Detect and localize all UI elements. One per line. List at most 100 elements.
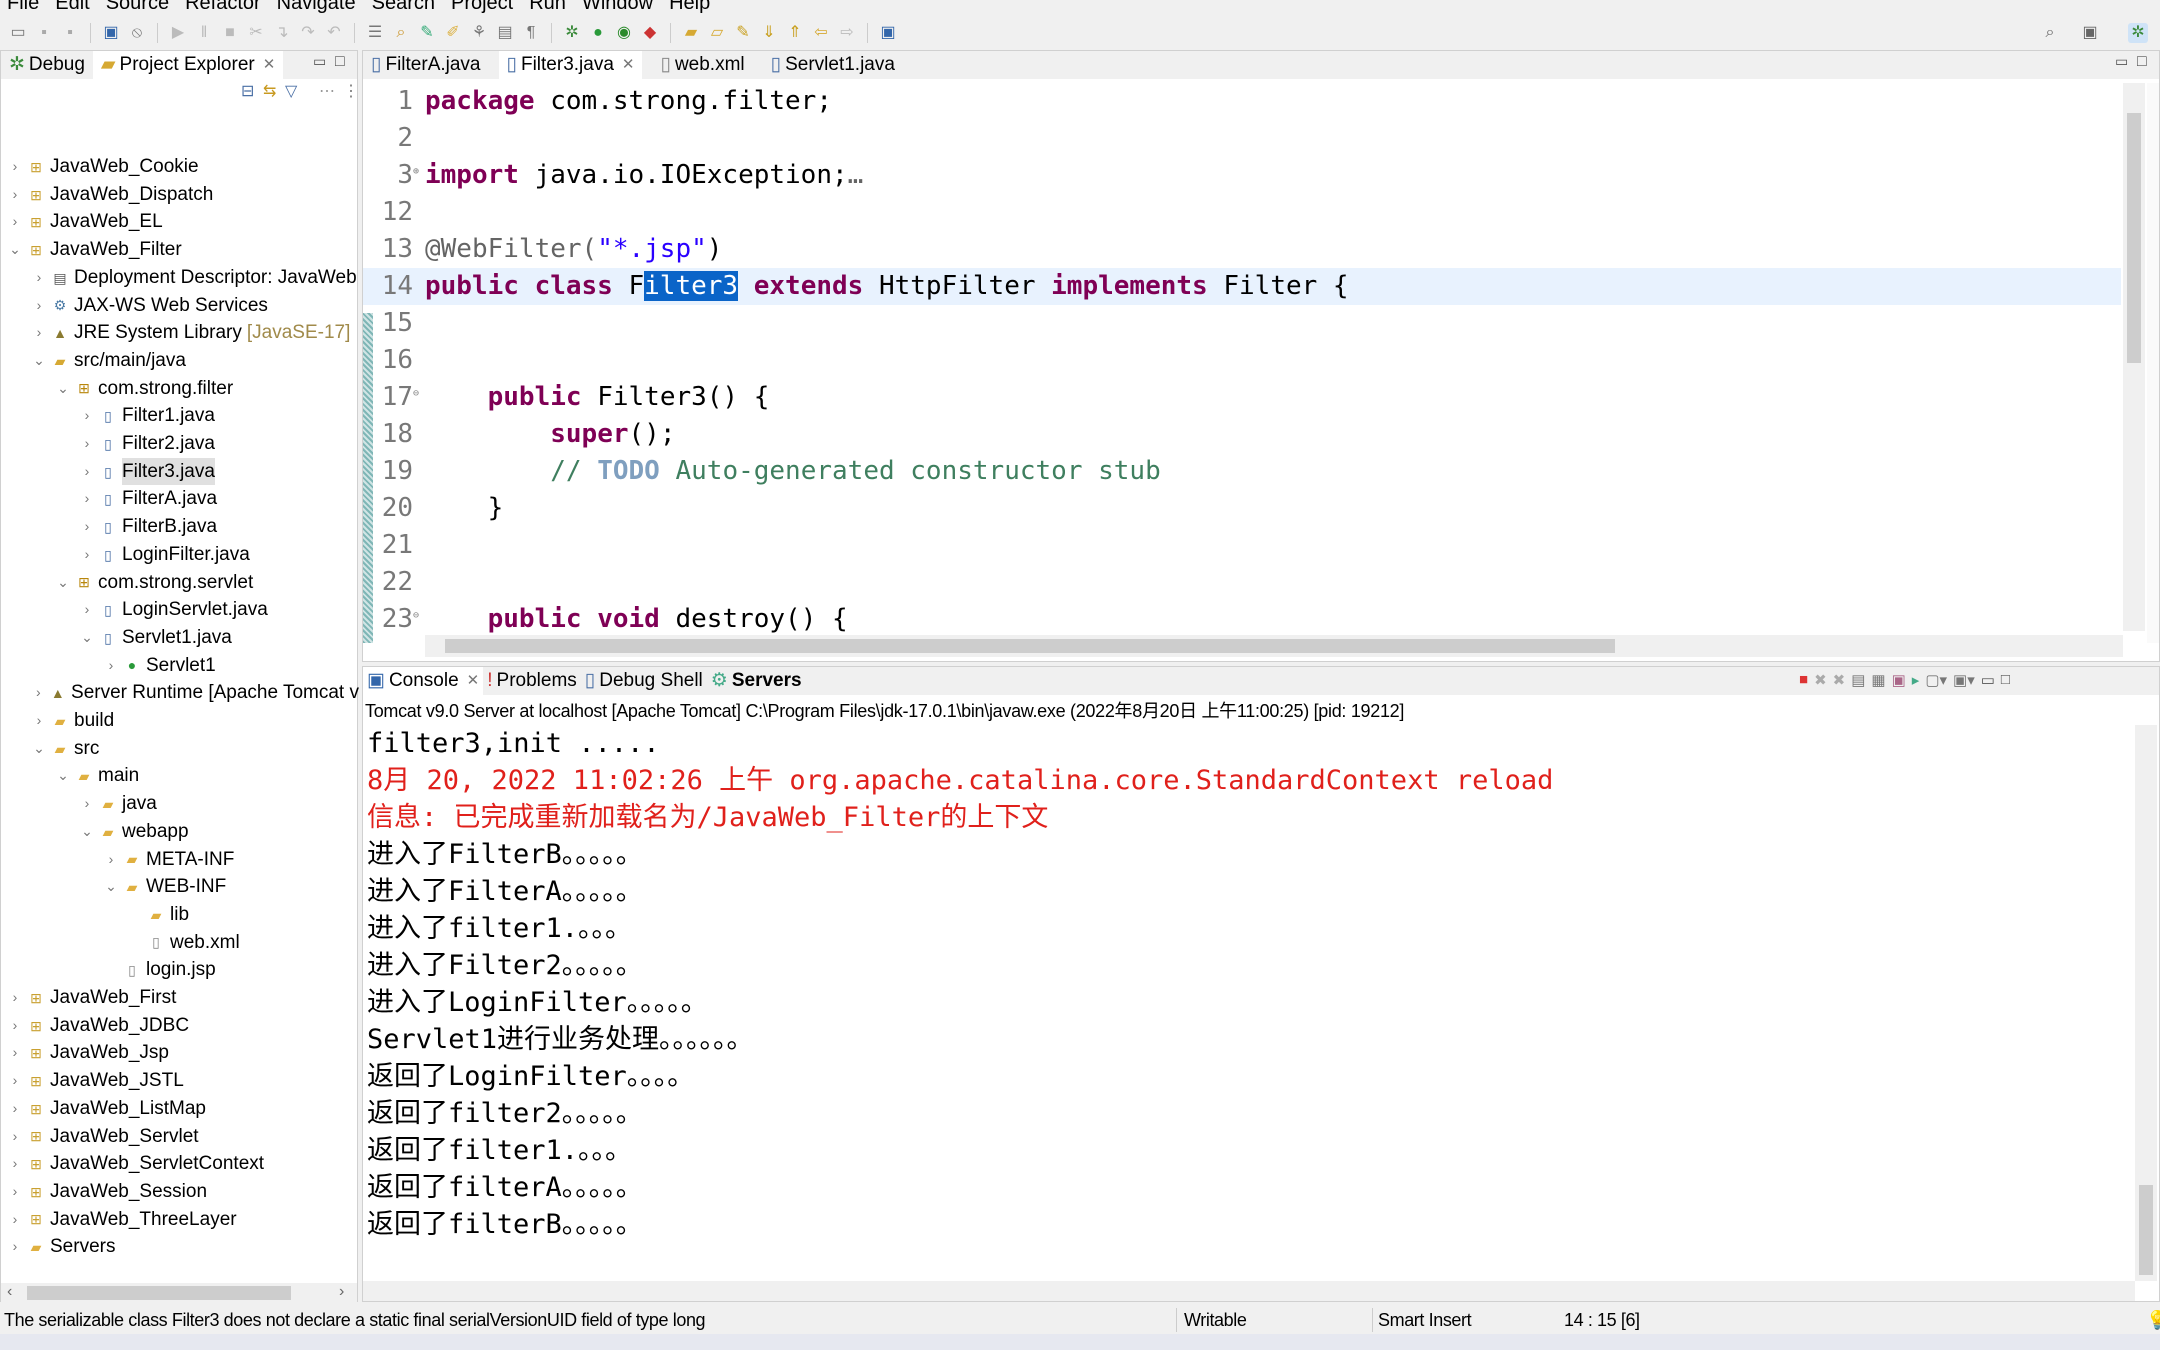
- chevron-right-icon[interactable]: ›: [79, 541, 95, 569]
- chevron-down-icon[interactable]: ⌄: [31, 347, 47, 375]
- perspective-java-ee-icon[interactable]: ▣: [2080, 23, 2100, 43]
- save-all-icon[interactable]: ▪: [60, 23, 80, 43]
- chevron-right-icon[interactable]: ›: [7, 1067, 23, 1095]
- new-window-icon[interactable]: ▣: [878, 23, 898, 43]
- tree-item[interactable]: › ⊞ JavaWeb_Dispatch: [1, 181, 359, 209]
- tree-item[interactable]: ⌄ ▰ main: [1, 762, 359, 790]
- lightbulb-icon[interactable]: 💡: [2146, 1306, 2160, 1334]
- tree-item[interactable]: ⌄ ⊞ JavaWeb_Filter: [1, 236, 359, 264]
- block-select-icon[interactable]: ▤: [495, 23, 515, 43]
- tree-item[interactable]: › ▲ JRE System Library [JavaSE-17]: [1, 319, 359, 347]
- chevron-right-icon[interactable]: ›: [7, 1012, 23, 1040]
- show-whitespace-icon[interactable]: ¶: [521, 23, 541, 43]
- scroll-thumb[interactable]: [27, 1286, 291, 1300]
- tree-item[interactable]: › ⊞ JavaWeb_Session: [1, 1178, 359, 1206]
- console-vscrollbar[interactable]: [2135, 725, 2157, 1281]
- tree-item[interactable]: ⌄ ⊞ com.strong.filter: [1, 375, 359, 403]
- minimize-icon[interactable]: ▭: [2115, 53, 2128, 70]
- tree-item[interactable]: › ▯ FilterB.java: [1, 513, 359, 541]
- tree-item[interactable]: › ⊞ JavaWeb_Cookie: [1, 153, 359, 181]
- menu-refactor[interactable]: Refactor: [178, 0, 270, 14]
- chevron-down-icon[interactable]: ⌄: [7, 236, 23, 264]
- link-with-editor-icon[interactable]: ⇆: [263, 81, 276, 101]
- disconnect-icon[interactable]: ✂: [246, 23, 266, 43]
- tree-item[interactable]: › ⊞ JavaWeb_EL: [1, 208, 359, 236]
- chevron-down-icon[interactable]: ⌄: [55, 569, 71, 597]
- menu-window[interactable]: Window: [575, 0, 662, 14]
- display-console-icon[interactable]: ▢▾: [1925, 671, 1947, 689]
- resume-icon[interactable]: ▶: [168, 23, 188, 43]
- pin-console-icon[interactable]: ▸: [1912, 671, 1920, 689]
- remove-launch-icon[interactable]: ✖: [1814, 671, 1827, 689]
- minimize-icon[interactable]: ▭: [1981, 671, 1995, 689]
- chevron-right-icon[interactable]: ›: [103, 846, 119, 874]
- tree-item[interactable]: › ▯ LoginServlet.java: [1, 596, 359, 624]
- scroll-left-icon[interactable]: ‹: [7, 1283, 12, 1301]
- terminal-icon[interactable]: ▣: [101, 23, 121, 43]
- chevron-right-icon[interactable]: ›: [31, 679, 46, 707]
- explorer-hscrollbar[interactable]: ‹ ›: [1, 1283, 357, 1303]
- editor-tab-servlet1-java[interactable]: ▯ Servlet1.java: [763, 51, 903, 79]
- tree-item[interactable]: › ▯ LoginFilter.java: [1, 541, 359, 569]
- chevron-right-icon[interactable]: ›: [79, 430, 95, 458]
- editor-vscrollbar[interactable]: [2123, 83, 2145, 631]
- chevron-right-icon[interactable]: ›: [31, 319, 47, 347]
- tab-debug-shell[interactable]: ▯ Debug Shell: [581, 667, 707, 695]
- chevron-down-icon[interactable]: ⌄: [79, 624, 95, 652]
- fold-collapse-icon[interactable]: ⊖: [413, 601, 419, 631]
- new-icon[interactable]: ▭: [8, 23, 28, 43]
- skip-breakpoints-icon[interactable]: ⦸: [127, 23, 147, 43]
- tree-item[interactable]: › ▯ Filter2.java: [1, 430, 359, 458]
- tree-item[interactable]: › ⊞ JavaWeb_ThreeLayer: [1, 1206, 359, 1234]
- tree-item[interactable]: › ▯ FilterA.java: [1, 485, 359, 513]
- collapse-all-icon[interactable]: ⊟: [241, 81, 254, 101]
- tree-item[interactable]: ⌄ ▰ webapp: [1, 818, 359, 846]
- tab-problems[interactable]: ! Problems: [483, 667, 581, 695]
- prev-annotation-icon[interactable]: ⇑: [785, 23, 805, 43]
- tree-item[interactable]: ▯ web.xml: [1, 929, 359, 957]
- tree-item[interactable]: ▰ lib: [1, 901, 359, 929]
- tree-item[interactable]: ⌄ ▰ src/main/java: [1, 347, 359, 375]
- tree-item[interactable]: › ▰ META-INF: [1, 846, 359, 874]
- chevron-right-icon[interactable]: ›: [79, 790, 95, 818]
- chevron-down-icon[interactable]: ⌄: [55, 375, 71, 403]
- remove-all-icon[interactable]: ✖: [1833, 671, 1846, 689]
- chevron-right-icon[interactable]: ›: [103, 652, 119, 680]
- open-type-icon[interactable]: ☰: [365, 23, 385, 43]
- scroll-thumb[interactable]: [445, 639, 1615, 653]
- editor-tab-filtera-java[interactable]: ▯ FilterA.java: [363, 51, 489, 79]
- tree-item[interactable]: › ⊞ JavaWeb_ListMap: [1, 1095, 359, 1123]
- chevron-right-icon[interactable]: ›: [7, 1039, 23, 1067]
- forward-icon[interactable]: ⇨: [837, 23, 857, 43]
- perspective-debug-icon[interactable]: ✲: [2128, 23, 2148, 43]
- chevron-down-icon[interactable]: ⌄: [55, 762, 71, 790]
- chevron-right-icon[interactable]: ›: [7, 208, 23, 236]
- chevron-right-icon[interactable]: ›: [7, 153, 23, 181]
- open-folder-icon[interactable]: ▱: [707, 23, 727, 43]
- pin-icon[interactable]: ✎: [417, 23, 437, 43]
- tree-item[interactable]: › ⊞ JavaWeb_JDBC: [1, 1012, 359, 1040]
- maximize-icon[interactable]: □: [335, 53, 345, 71]
- menu-file[interactable]: File: [0, 0, 48, 14]
- highlight-icon[interactable]: ⚘: [469, 23, 489, 43]
- show-on-output-icon[interactable]: ▣: [1892, 671, 1906, 689]
- chevron-right-icon[interactable]: ›: [7, 1233, 23, 1261]
- console-hscrollbar[interactable]: [363, 1281, 2135, 1301]
- chevron-right-icon[interactable]: ›: [31, 707, 47, 735]
- open-console-icon[interactable]: ▣▾: [1953, 671, 1975, 689]
- chevron-down-icon[interactable]: ⌄: [103, 873, 119, 901]
- chevron-down-icon[interactable]: ⌄: [31, 735, 47, 763]
- close-icon[interactable]: ✕: [622, 51, 635, 79]
- tab-debug[interactable]: ✲ Debug: [1, 51, 93, 79]
- editor-hscrollbar[interactable]: [425, 635, 2123, 657]
- tree-item[interactable]: ⌄ ⊞ com.strong.servlet: [1, 569, 359, 597]
- menu-edit[interactable]: Edit: [48, 0, 98, 14]
- word-wrap-icon[interactable]: ▦: [1871, 671, 1885, 689]
- chevron-right-icon[interactable]: ›: [7, 984, 23, 1012]
- new-package-icon[interactable]: ▰: [681, 23, 701, 43]
- editor-tab-web-xml[interactable]: ▯ web.xml: [652, 51, 752, 79]
- step-over-icon[interactable]: ↷: [298, 23, 318, 43]
- tree-item[interactable]: ⌄ ▰ src: [1, 735, 359, 763]
- tree-item[interactable]: › ⊞ JavaWeb_Servlet: [1, 1123, 359, 1151]
- more-icon[interactable]: ⋮: [343, 81, 359, 101]
